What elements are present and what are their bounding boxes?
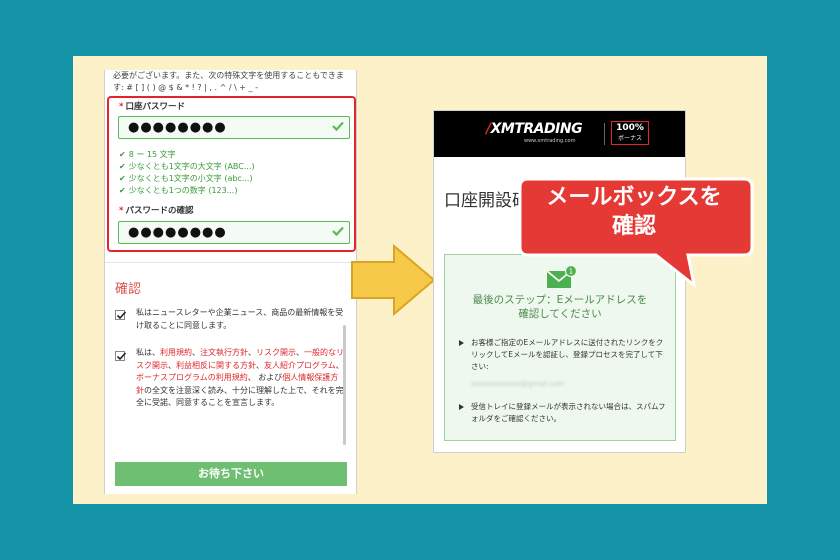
terms-link[interactable]: 利用規約 bbox=[160, 348, 192, 357]
terms-consent-text: 私は、利用規約、注文執行方針、リスク開示、一般的なリスク開示、利益相反に関する方… bbox=[136, 348, 344, 407]
checkbox-check-icon bbox=[116, 311, 127, 320]
xm-url: www.xmtrading.com bbox=[524, 138, 576, 144]
newsletter-consent-text: 私はニュースレターや企業ニュース、商品の最新情報を受け取ることに同意します。 bbox=[136, 308, 344, 330]
newsletter-checkbox[interactable] bbox=[115, 310, 127, 320]
check-mark-icon: ✔ bbox=[119, 186, 126, 195]
email-address-blurred: xxxxxxxxxxxx@gmail.com bbox=[471, 380, 565, 388]
password-rule: ✔ 少なくとも1つの数字 (123...) bbox=[119, 186, 238, 195]
account-opening-title: 口座開設確 bbox=[444, 191, 529, 211]
scrollbar[interactable] bbox=[343, 325, 346, 445]
check-mark-icon: ✔ bbox=[119, 174, 126, 183]
check-mark-icon: ✔ bbox=[119, 150, 126, 159]
password-input[interactable]: ●●●●●●●● bbox=[118, 116, 350, 139]
confirm-password-value: ●●●●●●●● bbox=[128, 225, 227, 240]
verification-instructions: お客様ご指定のEメールアドレスに送付されたリンクをクリックしてEメールを認証し、… bbox=[459, 337, 669, 373]
final-step-title: 最後のステップ：Eメールアドレスを 確認してください bbox=[472, 294, 648, 320]
bullet-icon bbox=[459, 340, 464, 346]
password-rules: ✔ 8 ー 15 文字 ✔ 少なくとも1文字の大文字 (ABC...) ✔ 少なくとも… bbox=[119, 149, 255, 197]
check-icon bbox=[332, 121, 344, 132]
bonus-terms-link[interactable]: ボーナスプログラムの利用規約 bbox=[136, 373, 248, 382]
confirm-section-title: 確認 bbox=[115, 282, 142, 297]
xm-logo: /XMTRADING bbox=[486, 121, 583, 137]
risk-disclosure-link[interactable]: リスク開示 bbox=[256, 348, 296, 357]
check-icon bbox=[332, 226, 344, 237]
xm-header: /XMTRADING www.xmtrading.com 100% ボーナス bbox=[434, 111, 685, 157]
password-label: * 口座パスワード bbox=[119, 102, 185, 112]
terms-checkbox[interactable] bbox=[115, 351, 127, 361]
order-execution-link[interactable]: 注文執行方針 bbox=[200, 348, 248, 357]
confirm-password-input[interactable]: ●●●●●●●● bbox=[118, 221, 350, 244]
please-wait-button[interactable]: お待ち下さい bbox=[115, 462, 347, 486]
special-characters-note: 必要がございます。また、次の特殊文字を使用することもできます: # [ ] ( … bbox=[113, 71, 344, 92]
password-rule: ✔ 少なくとも1文字の大文字 (ABC...) bbox=[119, 162, 255, 171]
header-separator bbox=[604, 123, 605, 145]
password-rule: ✔ 8 ー 15 文字 bbox=[119, 150, 176, 159]
referral-program-link[interactable]: 友人紹介プログラム bbox=[264, 361, 336, 370]
check-mark-icon: ✔ bbox=[119, 162, 126, 171]
conflict-policy-link[interactable]: 利益相反に関する方針 bbox=[176, 361, 256, 370]
password-value: ●●●●●●●● bbox=[128, 120, 227, 135]
password-rule: ✔ 少なくとも1文字の小文字 (abc...) bbox=[119, 174, 253, 183]
bullet-icon bbox=[459, 404, 464, 410]
checkbox-check-icon bbox=[116, 352, 127, 361]
password-highlight-box: * 口座パスワード ●●●●●●●● ✔ 8 ー 15 文字 ✔ 少なくとも1文字の大… bbox=[107, 96, 356, 252]
section-divider bbox=[105, 262, 356, 263]
right-arrow-icon bbox=[351, 244, 436, 316]
registration-form-screenshot: 必要がございます。また、次の特殊文字を使用することもできます: # [ ] ( … bbox=[104, 70, 357, 494]
spam-folder-instructions: 受信トレイに登録メールが表示されない場合は、スパムフォルダをご確認ください。 bbox=[459, 401, 669, 425]
bonus-badge: 100% ボーナス bbox=[611, 121, 649, 145]
check-mailbox-callout: メールボックスを 確認 bbox=[546, 185, 722, 239]
confirm-password-label: * パスワードの確認 bbox=[119, 206, 194, 216]
